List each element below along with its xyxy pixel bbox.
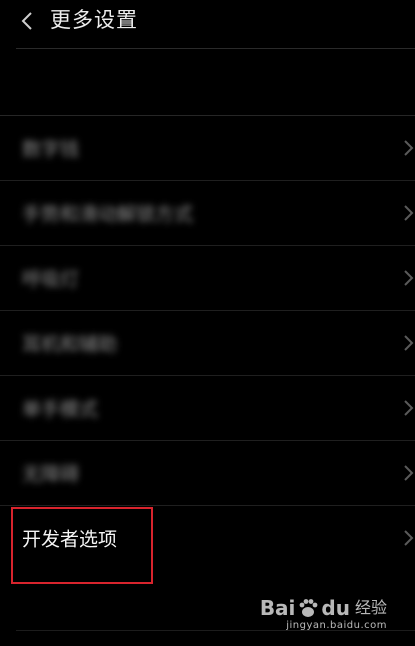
settings-item-label: 无障碍 [22,463,80,486]
baidu-jingyan-watermark: Bai du 经验 jingyan.baidu.com [260,597,387,632]
chevron-right-icon [404,465,414,481]
chevron-left-icon [21,12,32,30]
chevron-right-icon [404,270,414,286]
chevron-right-icon [404,400,414,416]
settings-item-2[interactable]: 手势和滑动解锁方式 [0,180,415,245]
watermark-url: jingyan.baidu.com [286,620,387,631]
watermark-brand-suffix: du [321,596,350,620]
settings-item-label: 耳机和辅助 [22,333,118,356]
header: 更多设置 [0,0,415,48]
chevron-right-icon [404,530,414,546]
settings-item-4[interactable]: 耳机和辅助 [0,310,415,375]
settings-item-6[interactable]: 无障碍 [0,440,415,505]
settings-item-label: 单手模式 [22,398,99,421]
settings-list: 数字钱 手势和滑动解锁方式 呼吸灯 耳机和辅助 单手模式 无障碍 开发者选项 [0,115,415,570]
back-button[interactable] [14,8,40,34]
settings-item-1[interactable]: 数字钱 [0,115,415,180]
settings-item-label: 开发者选项 [22,528,118,551]
settings-item-3[interactable]: 呼吸灯 [0,245,415,310]
chevron-right-icon [404,140,414,156]
baidu-paw-icon [300,599,318,617]
header-divider [16,48,415,49]
settings-item-label: 呼吸灯 [22,268,80,291]
page-title: 更多设置 [50,8,138,32]
watermark-brand: Bai [259,596,296,620]
settings-item-5[interactable]: 单手模式 [0,375,415,440]
watermark-subtitle: 经验 [354,598,387,617]
settings-item-label: 数字钱 [22,138,80,161]
chevron-right-icon [404,335,414,351]
settings-item-label: 手势和滑动解锁方式 [22,203,194,226]
settings-item-developer-options[interactable]: 开发者选项 [0,505,415,570]
chevron-right-icon [404,205,414,221]
